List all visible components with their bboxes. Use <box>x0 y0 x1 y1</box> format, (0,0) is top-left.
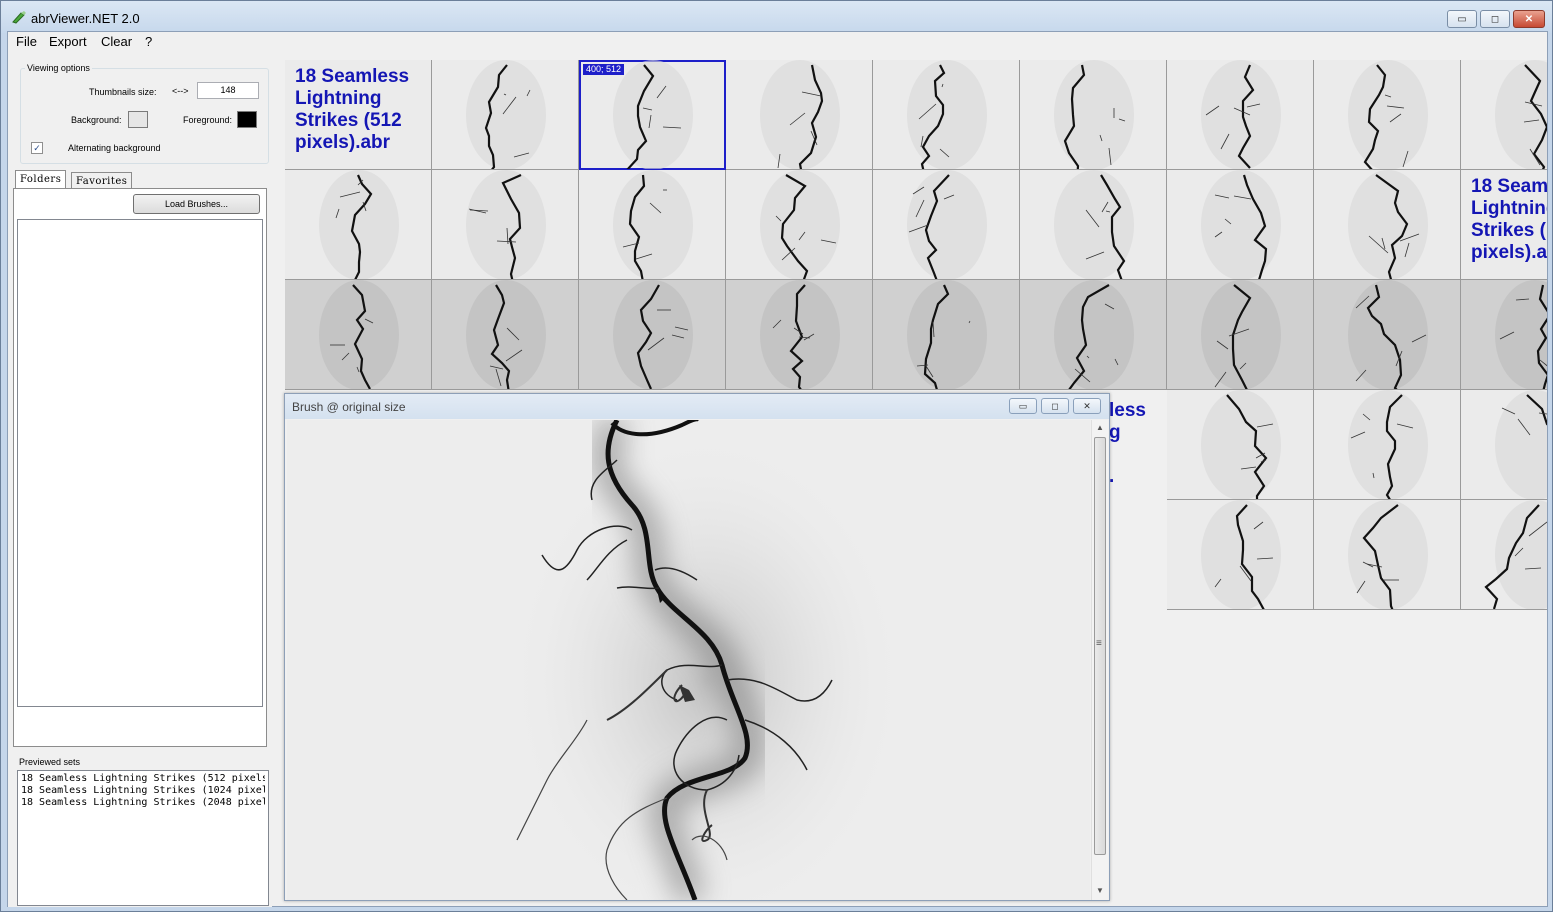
brush-thumbnail[interactable] <box>873 280 1020 390</box>
brush-thumbnail[interactable] <box>1167 280 1314 390</box>
brush-thumbnail[interactable] <box>873 170 1020 280</box>
list-item[interactable]: 18 Seamless Lightning Strikes (1024 pixe… <box>21 785 265 797</box>
brush-thumbnail[interactable] <box>1314 60 1461 170</box>
brush-thumbnail[interactable] <box>1461 280 1547 390</box>
brush-thumbnail[interactable] <box>1167 60 1314 170</box>
brush-thumbnail[interactable] <box>873 60 1020 170</box>
thumb-size-label: Thumbnails size: <box>89 87 157 97</box>
app-brush-icon <box>12 11 26 24</box>
brush-thumbnail[interactable] <box>1461 500 1547 610</box>
brush-thumbnail[interactable] <box>1167 500 1314 610</box>
brush-thumbnail[interactable] <box>1314 280 1461 390</box>
brush-thumbnail[interactable] <box>726 280 873 390</box>
tab-folders[interactable]: Folders <box>15 170 67 190</box>
brush-thumbnail[interactable] <box>432 280 579 390</box>
brush-canvas <box>287 420 1090 900</box>
foreground-label: Foreground: <box>183 115 233 125</box>
brush-thumbnail[interactable] <box>1461 390 1547 500</box>
brush-thumbnail[interactable] <box>1314 390 1461 500</box>
previewed-sets-title: Previewed sets <box>19 757 81 767</box>
brush-thumbnail[interactable] <box>432 170 579 280</box>
folders-list[interactable] <box>17 219 263 707</box>
minimize-button[interactable]: ▭ <box>1447 10 1477 28</box>
menu-export[interactable]: Export <box>49 34 87 49</box>
brush-thumbnail[interactable] <box>285 170 432 280</box>
load-brushes-button[interactable]: Load Brushes... <box>133 194 260 214</box>
previewed-sets-list[interactable]: 18 Seamless Lightning Strikes (512 pixel… <box>17 770 269 906</box>
viewing-options-group: Viewing options Thumbnails size: <--> 14… <box>20 63 269 164</box>
popup-maximize-button[interactable]: ◻ <box>1041 398 1069 414</box>
menu-clear[interactable]: Clear <box>101 34 132 49</box>
window-title: abrViewer.NET 2.0 <box>31 11 140 26</box>
viewing-options-title: Viewing options <box>25 63 92 73</box>
brush-preview-title: Brush @ original size <box>292 400 406 414</box>
background-color-swatch[interactable] <box>128 111 148 128</box>
popup-close-button[interactable]: ✕ <box>1073 398 1101 414</box>
brush-thumbnail[interactable] <box>1167 170 1314 280</box>
list-item[interactable]: 18 Seamless Lightning Strikes (2048 pixe… <box>21 797 265 809</box>
folders-panel: Load Brushes... <box>13 188 267 747</box>
brush-preview-window: Brush @ original size ▭ ◻ ✕ ▲ ≡ ▼ <box>284 393 1110 901</box>
brush-thumbnail[interactable] <box>1020 170 1167 280</box>
maximize-button[interactable]: ◻ <box>1480 10 1510 28</box>
menu-help[interactable]: ? <box>145 34 152 49</box>
left-pane: Viewing options Thumbnails size: <--> 14… <box>8 52 272 907</box>
foreground-color-swatch[interactable] <box>237 111 257 128</box>
lightning-brush-image <box>507 420 907 900</box>
title-bar: abrViewer.NET 2.0 ▭ ◻ ✕ <box>1 1 1552 33</box>
brush-preview-titlebar: Brush @ original size ▭ ◻ ✕ <box>285 394 1109 419</box>
set-label-1024[interactable]: 18 Seamless Lightning Strikes (1024 pixe… <box>1461 170 1547 280</box>
scroll-grip-icon: ≡ <box>1096 638 1102 649</box>
brush-vertical-scrollbar[interactable]: ▲ ≡ ▼ <box>1091 420 1108 900</box>
background-label: Background: <box>71 115 122 125</box>
brush-thumbnail[interactable] <box>1461 60 1547 170</box>
brush-thumbnail[interactable] <box>579 170 726 280</box>
menu-bar: File Export Clear ? <box>8 32 1547 52</box>
brush-thumbnail[interactable] <box>726 60 873 170</box>
scroll-up-arrow[interactable]: ▲ <box>1096 423 1104 432</box>
brush-thumbnail[interactable] <box>1167 390 1314 500</box>
set-label-512[interactable]: 18 Seamless Lightning Strikes (512 pixel… <box>285 60 432 170</box>
alternating-checkbox[interactable]: ✓ <box>31 142 43 154</box>
alternating-label: Alternating background <box>68 143 161 153</box>
brush-thumbnail[interactable] <box>285 280 432 390</box>
thumb-size-arrows: <--> <box>172 86 189 96</box>
brush-thumbnail[interactable]: 400; 512 <box>579 60 726 170</box>
set-label-partial: less g . <box>1109 400 1146 487</box>
brush-thumbnail[interactable] <box>1020 280 1167 390</box>
close-button[interactable]: ✕ <box>1513 10 1545 28</box>
menu-file[interactable]: File <box>16 34 37 49</box>
tab-strip: Folders Favorites <box>13 170 267 190</box>
thumb-size-input[interactable]: 148 <box>197 82 259 99</box>
brush-thumbnail[interactable] <box>726 170 873 280</box>
brush-thumbnail[interactable] <box>432 60 579 170</box>
scroll-down-arrow[interactable]: ▼ <box>1096 886 1104 895</box>
popup-minimize-button[interactable]: ▭ <box>1009 398 1037 414</box>
brush-size-badge: 400; 512 <box>583 64 625 75</box>
brush-thumbnail[interactable] <box>579 280 726 390</box>
brush-thumbnail[interactable] <box>1314 500 1461 610</box>
list-item[interactable]: 18 Seamless Lightning Strikes (512 pixel… <box>21 773 265 785</box>
brush-thumbnail[interactable] <box>1020 60 1167 170</box>
app-window: abrViewer.NET 2.0 ▭ ◻ ✕ File Export Clea… <box>0 0 1553 912</box>
brush-thumbnail[interactable] <box>1314 170 1461 280</box>
scroll-thumb[interactable]: ≡ <box>1094 437 1106 855</box>
